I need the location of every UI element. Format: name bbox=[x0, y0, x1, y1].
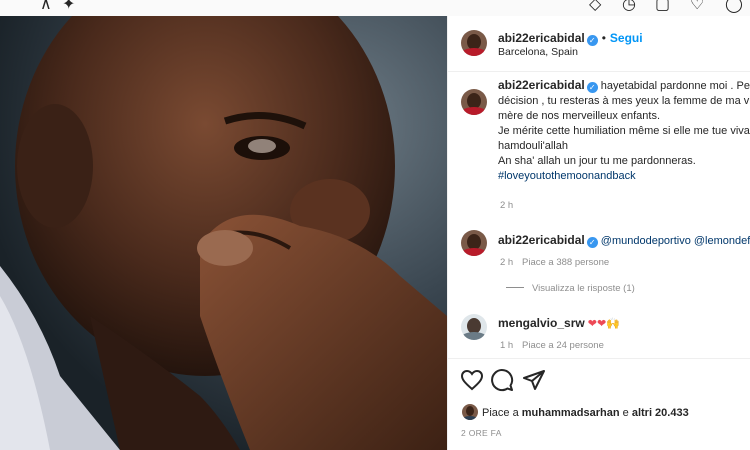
follow-button[interactable]: Segui bbox=[610, 31, 643, 45]
post-side-panel: abi22ericabidal ✓ • Segui Barcelona, Spain … bbox=[447, 16, 750, 450]
comment-2: mengalvio_srw ❤❤🙌 bbox=[498, 316, 620, 330]
comment-username[interactable]: mengalvio_srw bbox=[498, 316, 585, 330]
likes-middle: e bbox=[622, 407, 629, 419]
comment-emojis: ❤❤🙌 bbox=[587, 318, 620, 330]
author-avatar[interactable] bbox=[461, 30, 487, 56]
comment-icon[interactable] bbox=[490, 368, 514, 392]
caption-line-5: hamdouli'allah bbox=[498, 140, 568, 152]
top-strip-icon-right-3: ▢ bbox=[655, 0, 671, 13]
comment-avatar[interactable] bbox=[461, 314, 487, 340]
caption-line-3: mère de nos merveilleux enfants. bbox=[498, 110, 661, 122]
post-timestamp: 2 ORE FA bbox=[461, 428, 502, 438]
heart-icon[interactable] bbox=[460, 368, 484, 392]
post-photo-illustration bbox=[0, 16, 447, 450]
verified-badge-icon: ✓ bbox=[586, 82, 598, 93]
top-strip-icon-left-2: ✦ bbox=[62, 0, 76, 13]
caption-author-avatar[interactable] bbox=[461, 89, 487, 115]
caption-line-2: décision , tu resteras à mes yeux la fem… bbox=[498, 95, 750, 107]
caption-text-1: hayetabidal pardonne moi . Peu i bbox=[600, 80, 750, 92]
author-username[interactable]: abi22ericabidal bbox=[498, 31, 585, 45]
top-strip-icon-right-2: ◷ bbox=[622, 0, 636, 13]
replies-line bbox=[506, 287, 524, 288]
share-icon[interactable] bbox=[522, 368, 546, 392]
verified-badge-icon: ✓ bbox=[586, 237, 598, 248]
top-strip: ∧ ✦ ◇ ◷ ▢ ♡ ◯ bbox=[0, 0, 750, 16]
caption-line-6: An sha' allah un jour tu me pardonneras. bbox=[498, 155, 696, 167]
likes-others[interactable]: altri 20.433 bbox=[632, 407, 689, 419]
liker-avatar[interactable] bbox=[462, 404, 478, 420]
verified-badge-icon: ✓ bbox=[586, 35, 598, 46]
caption-author-username[interactable]: abi22ericabidal bbox=[498, 78, 585, 92]
caption-line-4: Je mérite cette humiliation même si elle… bbox=[498, 125, 750, 137]
actions-divider bbox=[448, 358, 750, 359]
top-strip-icon-right-5: ◯ bbox=[725, 0, 743, 13]
likes-summary: Piace a muhammadsarhan e altri 20.433 bbox=[462, 404, 689, 420]
caption-line-1: abi22ericabidal ✓ hayetabidal pardonne mo… bbox=[498, 78, 750, 94]
caption-hashtag[interactable]: #loveyoutothemoonandback bbox=[498, 170, 636, 182]
comment-time: 2 h bbox=[500, 257, 514, 268]
post-caption: abi22ericabidal ✓ hayetabidal pardonne mo… bbox=[498, 78, 750, 184]
top-strip-icon-left: ∧ bbox=[40, 0, 52, 13]
liker-username[interactable]: muhammadsarhan bbox=[522, 407, 620, 419]
comment-1: abi22ericabidal ✓ @mundodeportivo @lemond… bbox=[498, 233, 750, 248]
comment-mentions[interactable]: @mundodeportivo @lemondefr bbox=[601, 235, 750, 247]
separator-dot: • bbox=[601, 31, 606, 45]
comment-time: 1 h bbox=[500, 340, 514, 351]
top-strip-icon-right-4: ♡ bbox=[690, 0, 705, 13]
view-replies-label: Visualizza le risposte (1) bbox=[532, 283, 635, 294]
comment-username[interactable]: abi22ericabidal bbox=[498, 233, 585, 247]
comment-likes-count[interactable]: Piace a 24 persone bbox=[522, 340, 604, 351]
post-photo[interactable] bbox=[0, 16, 447, 450]
post-header: abi22ericabidal ✓ • Segui Barcelona, Spain bbox=[448, 16, 750, 72]
top-strip-icon-right-1: ◇ bbox=[589, 0, 602, 13]
caption-time: 2 h bbox=[500, 200, 514, 211]
comment-avatar[interactable] bbox=[461, 230, 487, 256]
comment-likes-count[interactable]: Piace a 388 persone bbox=[522, 257, 609, 268]
likes-prefix: Piace a bbox=[482, 407, 519, 419]
author-line: abi22ericabidal ✓ • Segui bbox=[498, 29, 643, 47]
post-location[interactable]: Barcelona, Spain bbox=[498, 46, 578, 58]
view-replies-button[interactable]: Visualizza le risposte (1) bbox=[506, 283, 635, 294]
